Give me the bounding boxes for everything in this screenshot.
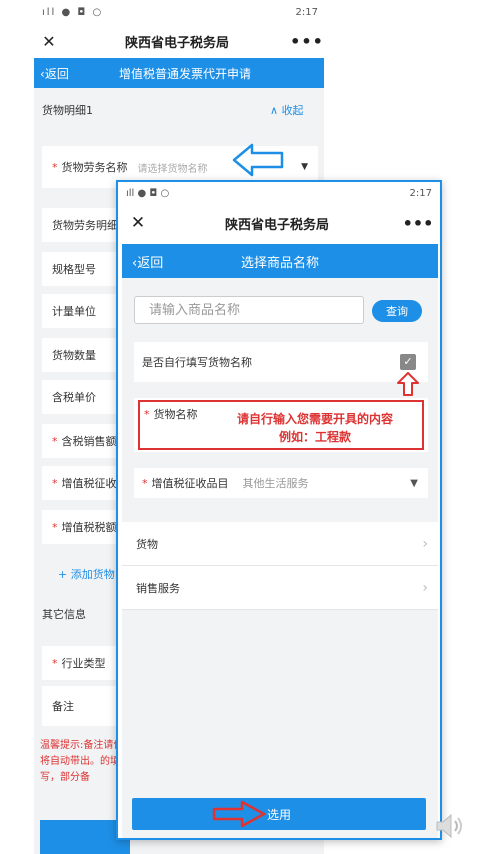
tax-item-select[interactable]: * 增值税征收品目 其他生活服务 ▼ — [134, 468, 428, 498]
chevron-right-icon: › — [422, 535, 428, 552]
bg-title-bar: ✕ 陕西省电子税务局 ••• — [34, 24, 324, 58]
tax-item-value: 其他生活服务 — [242, 477, 309, 490]
caret-down-icon: ▼ — [301, 162, 308, 172]
arrow-up-annotation-icon — [397, 372, 419, 396]
tip-text: 温馨提示:备注请件将自动带出。的填写，部分备 — [40, 740, 124, 783]
window-title: 陕西省电子税务局 — [124, 35, 229, 51]
back-button[interactable]: ‹返回 — [34, 65, 86, 82]
self-fill-checkbox[interactable]: ✓ — [400, 354, 416, 370]
speaker-icon[interactable] — [434, 812, 466, 840]
bg-page-header: ‹返回 增值税普通发票代开申请 — [34, 58, 324, 88]
fg-page-header: ‹返回 选择商品名称 — [122, 244, 438, 278]
fg-status-bar: ıll ● ◘ ○ 2:17 — [118, 182, 440, 204]
close-icon[interactable]: ✕ — [34, 32, 64, 51]
bg-status-bar: ıll ● ◘ ○ 2:17 — [34, 0, 324, 24]
self-fill-row: 是否自行填写货物名称 — [134, 342, 428, 382]
section-title: 货物明细1 — [42, 104, 93, 117]
query-button[interactable]: 查询 — [372, 300, 422, 322]
page-title: 选择商品名称 — [240, 255, 319, 271]
list-item-goods[interactable]: 货物 › — [122, 522, 438, 566]
status-time: 2:17 — [409, 187, 432, 199]
list-item-sales-service[interactable]: 销售服务 › — [122, 566, 438, 610]
status-time: 2:17 — [295, 6, 318, 18]
caret-down-icon: ▼ — [410, 477, 418, 489]
other-section-title: 其它信息 — [42, 608, 86, 621]
more-icon[interactable]: ••• — [290, 32, 324, 51]
window-title: 陕西省电子税务局 — [224, 217, 329, 233]
page-title: 增值税普通发票代开申请 — [118, 66, 251, 81]
use-button[interactable]: 选用 — [132, 798, 426, 830]
annotation-text: 请自行输入您需要开具的内容 例如：工程款 — [236, 412, 393, 444]
fg-title-bar: ✕ 陕西省电子税务局 ••• — [118, 204, 440, 242]
foreground-phone: ıll ● ◘ ○ 2:17 ✕ 陕西省电子税务局 ••• ‹返回 选择商品名称… — [116, 180, 442, 840]
arrow-left-annotation-icon — [232, 143, 284, 177]
collapse-link[interactable]: ∧ 收起 — [270, 102, 304, 118]
close-icon[interactable]: ✕ — [118, 213, 158, 233]
goods-name-label: * 货物名称 — [144, 408, 198, 421]
signal-icons: ıll ● ◘ ○ — [126, 187, 170, 199]
chevron-right-icon: › — [422, 579, 428, 596]
more-icon[interactable]: ••• — [396, 214, 440, 233]
search-input[interactable] — [149, 302, 363, 318]
back-button[interactable]: ‹返回 — [122, 252, 182, 271]
arrow-right-annotation-icon — [212, 800, 266, 828]
signal-icons: ıll ● ◘ ○ — [42, 6, 104, 18]
search-field[interactable] — [134, 296, 364, 324]
add-goods-link[interactable]: + 添加货物 — [58, 566, 115, 582]
